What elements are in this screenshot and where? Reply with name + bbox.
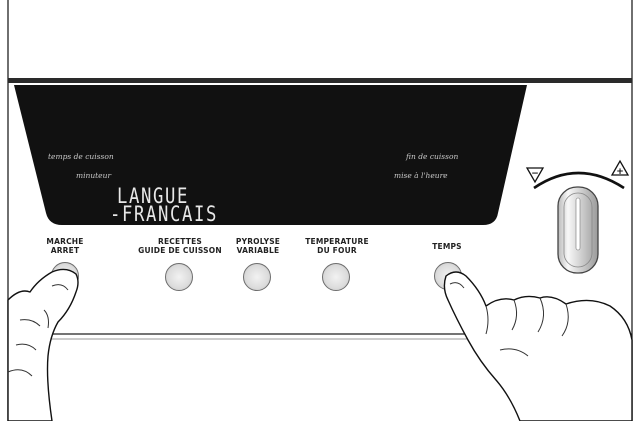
oven-control-panel: temps de cuisson minuteur fin de cuisson… (0, 0, 640, 421)
pointing-hand-icon (443, 271, 633, 421)
